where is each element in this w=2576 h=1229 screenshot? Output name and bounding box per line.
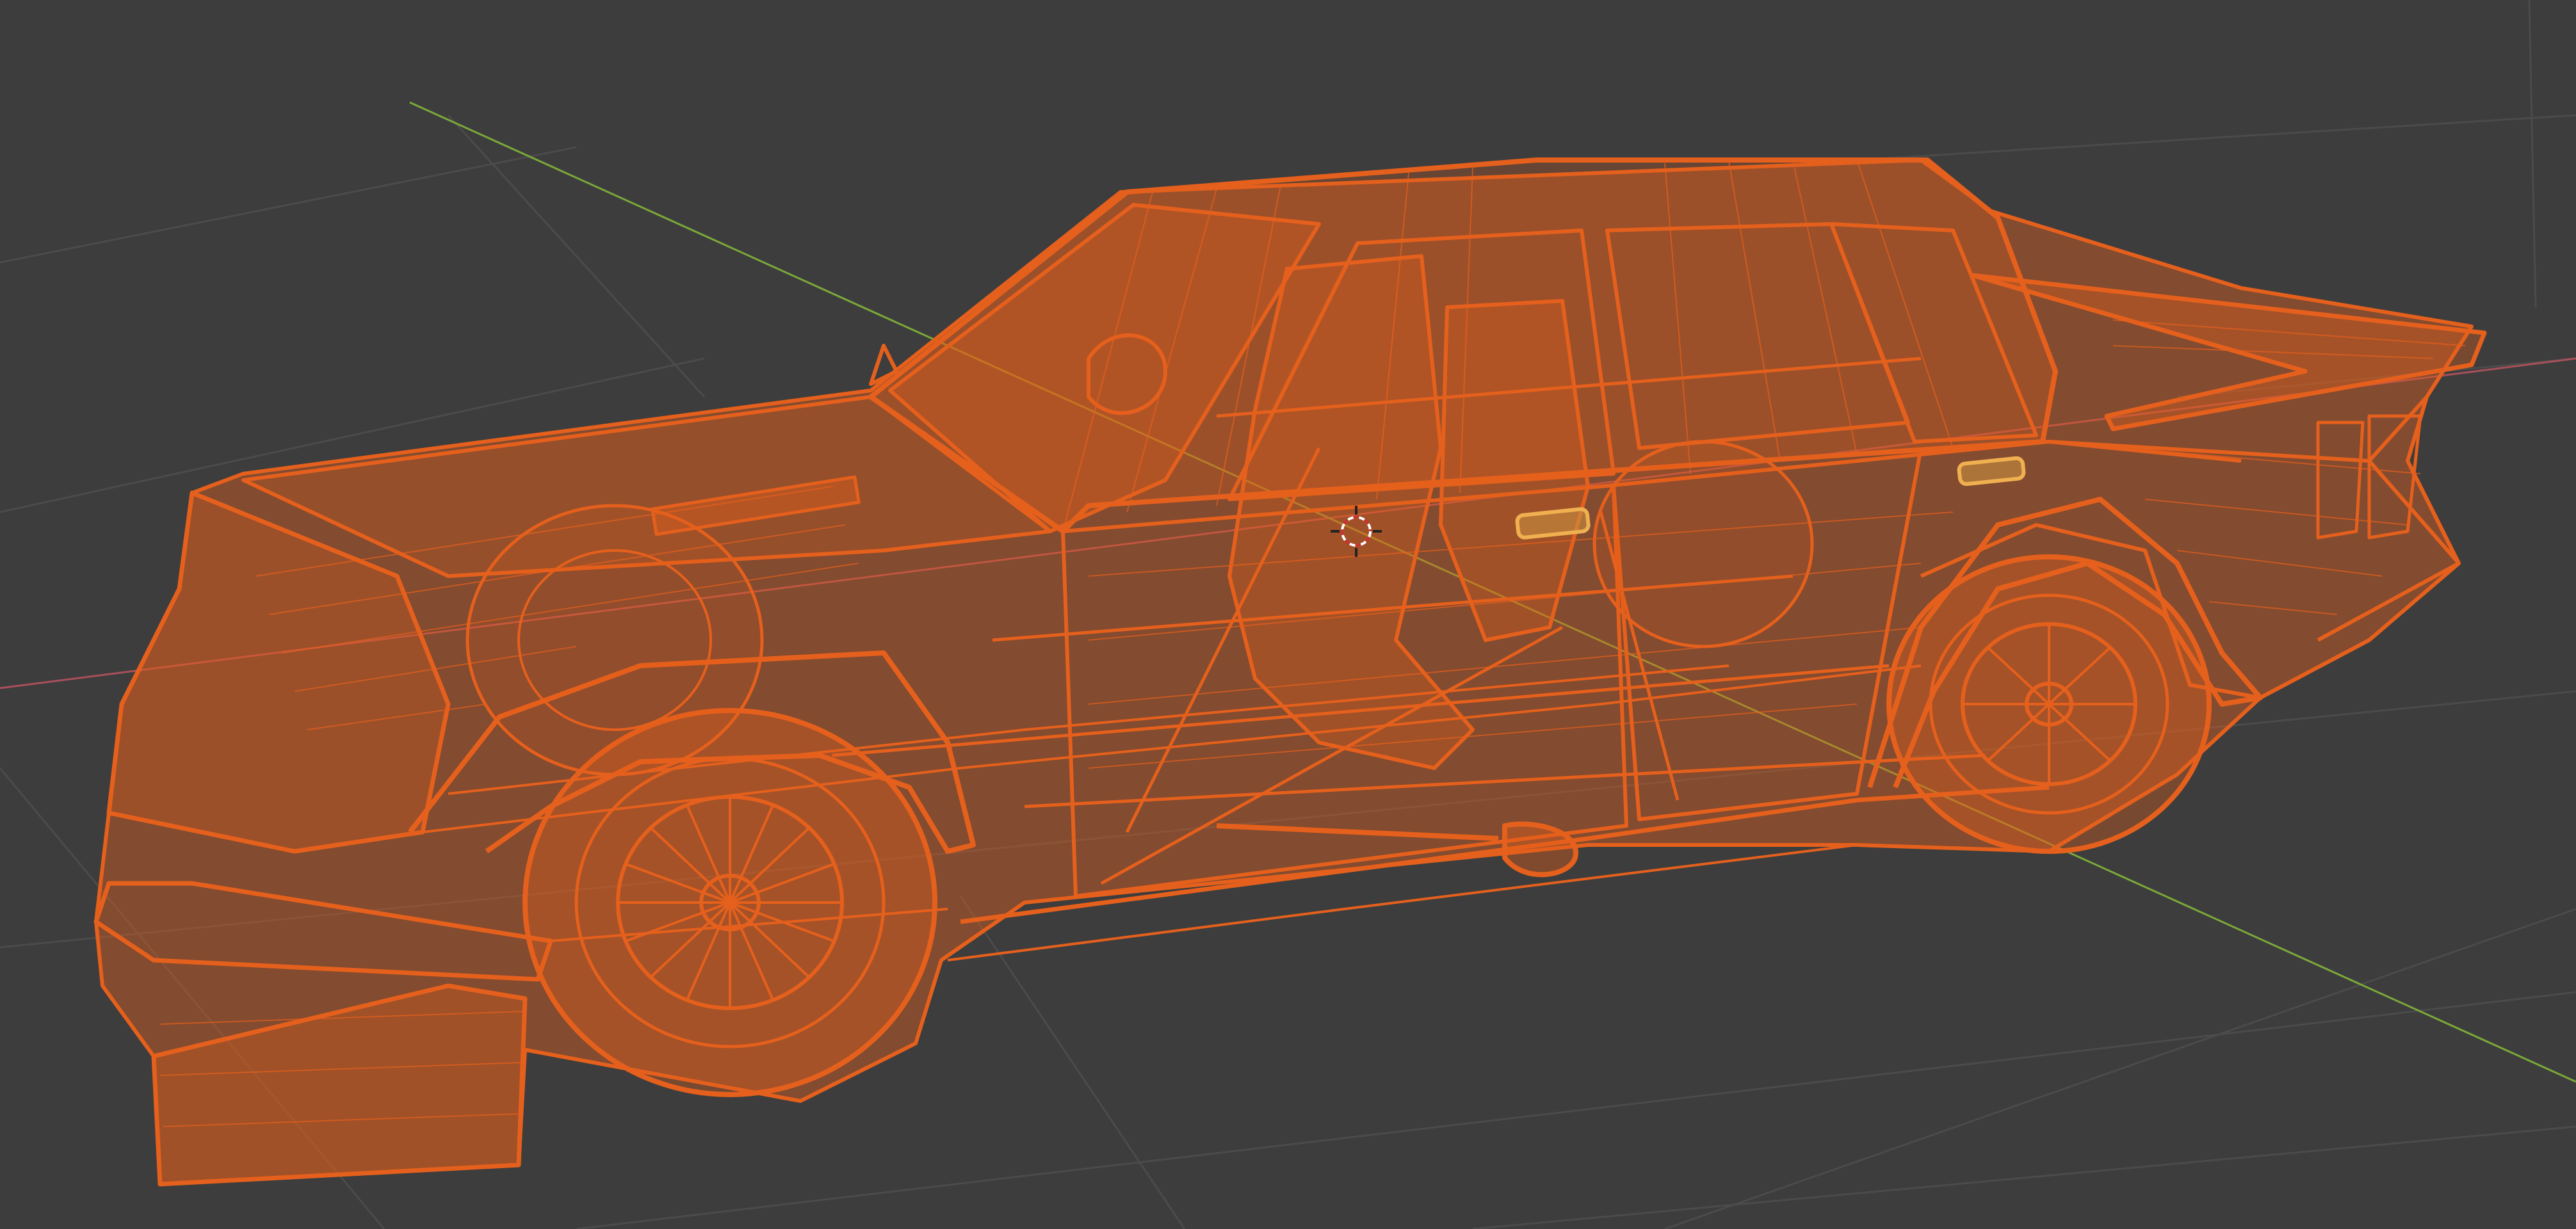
viewport-canvas[interactable]	[0, 0, 2576, 1229]
door-handle-front	[1515, 507, 1591, 540]
rear-wheel	[1886, 554, 2212, 854]
door-handle-rear	[1957, 456, 2026, 486]
3d-viewport[interactable]	[0, 0, 2576, 1229]
far-front-wheel	[466, 504, 764, 776]
